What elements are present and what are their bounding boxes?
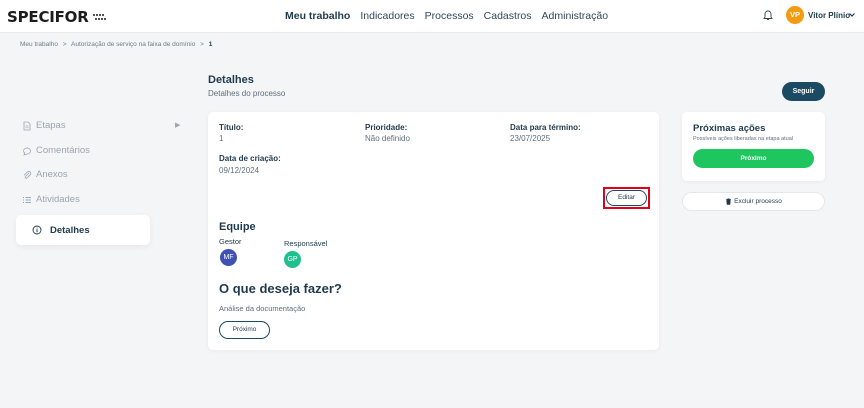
page-subtitle: Detalhes do processo <box>208 89 286 98</box>
sidebar-item-anexos[interactable]: Anexos <box>22 169 68 180</box>
sidebar-item-comentarios[interactable]: Comentários <box>22 145 90 156</box>
delete-process-label: Excluir processo <box>734 198 782 205</box>
breadcrumb-item[interactable]: Meu trabalho <box>20 41 58 48</box>
caret-right-icon[interactable]: ▶ <box>175 121 180 129</box>
delete-process-button[interactable]: Excluir processo <box>682 192 825 211</box>
bell-icon[interactable] <box>763 10 773 21</box>
details-card: Título: 1 Prioridade: Não definido Data … <box>208 112 659 350</box>
user-avatar[interactable]: VP <box>786 6 804 24</box>
sidebar-item-label: Detalhes <box>50 224 90 236</box>
role-gestor: Gestor <box>219 237 242 246</box>
field-label-prioridade: Prioridade: <box>365 123 408 132</box>
action-title: O que deseja fazer? <box>219 281 342 296</box>
edit-button[interactable]: Editar <box>606 190 647 206</box>
info-icon <box>32 225 42 235</box>
nav-processos[interactable]: Processos <box>425 10 474 22</box>
main-nav: Meu trabalho Indicadores Processos Cadas… <box>285 10 618 22</box>
next-action-button[interactable]: Próximo <box>693 149 814 168</box>
team-title: Equipe <box>219 221 256 233</box>
page-title: Detalhes <box>208 74 254 86</box>
field-label-titulo: Título: <box>219 123 244 132</box>
field-value-titulo: 1 <box>219 134 224 143</box>
responsible-avatar[interactable]: GP <box>284 251 301 268</box>
role-responsavel: Responsável <box>284 239 328 248</box>
breadcrumb-item[interactable]: Autorização de serviço na faixa de domín… <box>71 41 195 48</box>
list-icon <box>23 196 31 203</box>
sidebar-item-label: Anexos <box>36 169 68 180</box>
logo-text: SPECIFOR <box>7 8 89 26</box>
top-bar: SPECIFOR Meu trabalho Indicadores Proces… <box>0 0 864 33</box>
sidebar-item-label: Etapas <box>36 120 66 131</box>
next-actions-subtitle: Possíveis ações liberadas na etapa atual <box>693 136 793 142</box>
breadcrumb-separator: > <box>200 41 204 48</box>
nav-cadastros[interactable]: Cadastros <box>484 10 532 22</box>
next-step-button[interactable]: Próximo <box>219 321 270 339</box>
chevron-down-icon[interactable] <box>848 11 856 19</box>
logo-mark-icon <box>92 13 106 22</box>
paperclip-icon <box>23 170 32 179</box>
next-actions-title: Próximas ações <box>693 123 766 134</box>
sidebar-item-label: Comentários <box>36 145 90 156</box>
document-icon <box>23 121 31 130</box>
user-name[interactable]: Vitor Plínio <box>808 11 850 20</box>
nav-meu-trabalho[interactable]: Meu trabalho <box>285 10 350 22</box>
logo[interactable]: SPECIFOR <box>7 8 106 26</box>
field-value-prioridade: Não definido <box>365 134 410 143</box>
sidebar-item-atividades[interactable]: Atividades <box>22 194 80 205</box>
breadcrumb: Meu trabalho > Autorização de serviço na… <box>20 41 212 48</box>
sidebar-item-label: Atividades <box>36 194 80 205</box>
breadcrumb-current: 1 <box>208 41 213 48</box>
field-value-termino: 23/07/2025 <box>510 134 551 143</box>
field-label-termino: Data para término: <box>510 123 581 132</box>
trash-icon <box>726 198 732 205</box>
manager-avatar[interactable]: MF <box>220 249 237 266</box>
follow-button[interactable]: Seguir <box>782 82 825 101</box>
current-step: Análise da documentação <box>219 304 306 313</box>
comment-icon <box>23 147 31 156</box>
breadcrumb-separator: > <box>62 41 67 48</box>
field-label-criacao: Data de criação: <box>219 154 281 163</box>
sidebar-item-etapas[interactable]: Etapas <box>22 120 66 131</box>
field-value-criacao: 09/12/2024 <box>219 166 260 175</box>
next-actions-card: Próximas ações Possíveis ações liberadas… <box>682 112 825 181</box>
nav-administracao[interactable]: Administração <box>542 10 609 22</box>
sidebar-item-detalhes[interactable]: Detalhes <box>16 215 150 245</box>
nav-indicadores[interactable]: Indicadores <box>360 10 414 22</box>
